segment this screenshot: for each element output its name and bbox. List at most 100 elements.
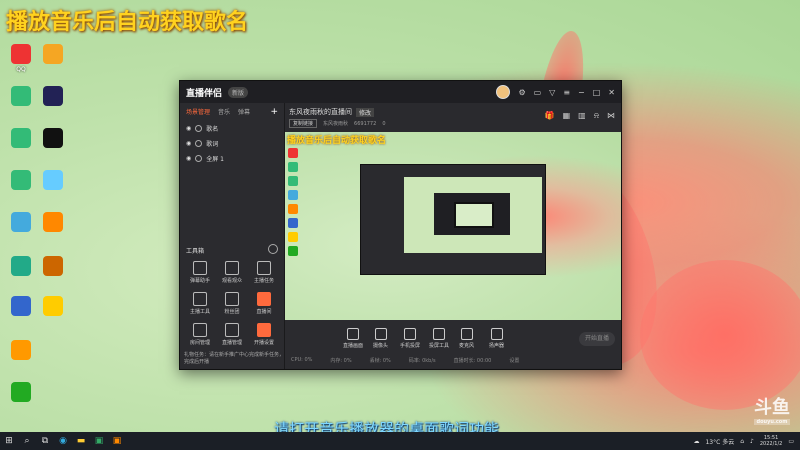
desktop-icon[interactable] xyxy=(36,128,70,150)
control-button[interactable]: 直播画面 xyxy=(343,328,363,349)
scene-label: 歌名 xyxy=(206,126,219,133)
tool-button[interactable]: 弹幕助手 xyxy=(184,261,216,284)
watermark-sub: douyu.com xyxy=(754,419,790,425)
desktop-icon[interactable] xyxy=(4,170,38,192)
search-icon[interactable]: ⌕ xyxy=(18,432,36,450)
menu-icon[interactable]: ≡ xyxy=(563,88,570,97)
gift-icon xyxy=(257,323,271,337)
download-icon xyxy=(225,292,239,306)
desktop-icon[interactable] xyxy=(36,256,70,278)
grid-icon[interactable]: ▦ xyxy=(563,111,571,121)
toolbox-settings-icon[interactable] xyxy=(268,244,278,254)
control-button[interactable]: 摄像头 xyxy=(373,328,388,349)
tool-button[interactable]: 房间管理 xyxy=(184,323,216,346)
eye-icon[interactable]: ◉ xyxy=(186,140,191,147)
settings-icon[interactable]: ⚙ xyxy=(518,88,525,97)
watermark-text: 斗鱼 xyxy=(754,397,790,418)
tool-label: 开播设置 xyxy=(253,340,274,346)
version-badge[interactable]: 新版 xyxy=(228,86,249,98)
lock-icon[interactable] xyxy=(195,125,203,132)
gift-icon[interactable]: 🎁 xyxy=(545,111,555,121)
status-dropframe: 丢帧: 0% xyxy=(369,357,391,364)
lock-icon[interactable] xyxy=(195,155,203,162)
tool-label: 主播任务 xyxy=(253,278,274,284)
main-area: 东风夜雨秋的直播间 修改 复制链接 东风夜雨秋 6691772 0 🎁 ▦ ▥ … xyxy=(285,103,621,369)
scene-item[interactable]: ◉ 歌名 xyxy=(180,121,284,136)
live-companion-taskbar-icon[interactable]: ▣ xyxy=(108,432,126,450)
copy-link-button[interactable]: 复制链接 xyxy=(289,119,318,128)
scene-item[interactable]: ◉ 歌词 xyxy=(180,136,284,151)
control-button[interactable]: 投屏工具 xyxy=(429,328,449,349)
toolbox-label: 工具箱 xyxy=(186,248,205,255)
task-view-icon[interactable]: ⧉ xyxy=(36,432,54,450)
edge-icon[interactable]: ◉ xyxy=(54,432,72,450)
desktop-icon[interactable] xyxy=(4,296,38,318)
desktop-icon[interactable]: QQ xyxy=(4,44,38,73)
clock[interactable]: 15:51 2022/1/2 xyxy=(760,435,782,447)
tab-scenes[interactable]: 场景管理 xyxy=(186,107,210,117)
speaker-icon xyxy=(490,328,503,340)
start-live-button[interactable]: 开始直播 xyxy=(579,332,615,346)
maximize-icon[interactable]: □ xyxy=(593,88,601,97)
eye-icon[interactable]: ◉ xyxy=(186,155,191,162)
status-bitrate: 码率: 0kb/s xyxy=(408,357,436,364)
message-icon[interactable]: ▭ xyxy=(534,88,542,97)
tab-music[interactable]: 音乐 xyxy=(218,107,230,117)
desktop-icon[interactable] xyxy=(36,170,70,192)
clock-date: 2022/1/2 xyxy=(759,441,783,447)
tool-button[interactable]: 主播任务 xyxy=(248,261,280,284)
control-button[interactable]: 扬声器 xyxy=(489,328,504,349)
tool-button[interactable]: 直播间 xyxy=(248,292,280,315)
tool-button[interactable]: 主播工具 xyxy=(184,292,216,315)
scene-item[interactable]: ◉ 全屏 1 xyxy=(180,151,284,166)
tab-danmaku[interactable]: 弹幕 xyxy=(238,107,250,117)
tool-label: 观看观众 xyxy=(221,278,242,284)
tool-button[interactable]: 直播管理 xyxy=(216,323,248,346)
settings-link[interactable]: 设置 xyxy=(509,357,519,364)
desktop-icon[interactable] xyxy=(4,86,38,108)
desktop-icon[interactable] xyxy=(4,382,38,404)
control-button[interactable]: 麦克风 xyxy=(459,328,474,349)
sidebar-tabs: 场景管理 音乐 弹幕 + xyxy=(180,103,284,121)
close-icon[interactable]: ✕ xyxy=(608,88,615,97)
tool-button[interactable]: 粉丝团 xyxy=(216,292,248,315)
skin-icon[interactable]: ▽ xyxy=(549,88,555,97)
minimize-icon[interactable]: − xyxy=(578,88,585,97)
lock-icon[interactable] xyxy=(195,140,203,147)
microphone-icon xyxy=(460,328,473,340)
avatar[interactable] xyxy=(496,85,511,99)
desktop-icon[interactable] xyxy=(4,128,38,150)
tool-button[interactable]: 观看观众 xyxy=(216,261,248,284)
live-companion-window: 直播伴侣 新版 ⚙ ▭ ▽ ≡ − □ ✕ 场景管理 音乐 弹幕 + ◉ 歌名 ◉… xyxy=(179,80,622,370)
taskbar: ⊞ ⌕ ⧉ ◉ ▬ ▣ ▣ ☁ 13°C 多云 ⌂ ♪ 15:51 2022/1… xyxy=(0,432,800,450)
clipboard-icon xyxy=(257,261,271,275)
control-label: 直播画面 xyxy=(343,343,364,349)
bell-icon[interactable]: ⍾ xyxy=(594,111,599,121)
add-icon[interactable]: + xyxy=(270,107,278,117)
desktop-icon[interactable] xyxy=(4,212,38,234)
stream-preview[interactable]: 播放音乐后自动获取歌名 xyxy=(285,132,621,320)
desktop-icon[interactable] xyxy=(4,340,38,362)
edit-button[interactable]: 修改 xyxy=(356,107,375,117)
network-icon[interactable]: ⌂ xyxy=(740,438,744,445)
weather-text[interactable]: 13°C 多云 xyxy=(705,437,734,446)
weather-cloud-icon[interactable]: ☁ xyxy=(693,438,699,445)
douyu-watermark: 斗鱼 douyu.com xyxy=(754,393,790,425)
desktop-icon[interactable] xyxy=(36,86,70,108)
desktop-icon[interactable] xyxy=(36,212,70,234)
notification-icon[interactable]: ▭ xyxy=(788,438,794,445)
tool-button[interactable]: 开播设置 xyxy=(248,323,280,346)
desktop-icon[interactable] xyxy=(4,256,38,278)
control-button[interactable]: 手机投屏 xyxy=(400,328,420,349)
chart-icon[interactable]: ▥ xyxy=(578,111,586,121)
explorer-icon[interactable]: ▬ xyxy=(72,432,90,450)
windows-start-icon[interactable]: ⊞ xyxy=(0,432,18,450)
app-icon[interactable]: ▣ xyxy=(90,432,108,450)
room-id: 东风夜雨秋 xyxy=(323,121,349,127)
control-label: 扬声器 xyxy=(489,343,505,349)
desktop-icon[interactable] xyxy=(36,296,70,318)
eye-icon[interactable]: ◉ xyxy=(186,125,191,132)
share-icon[interactable]: ⋈ xyxy=(607,111,615,121)
volume-icon[interactable]: ♪ xyxy=(750,438,754,445)
desktop-icon[interactable] xyxy=(36,44,70,66)
